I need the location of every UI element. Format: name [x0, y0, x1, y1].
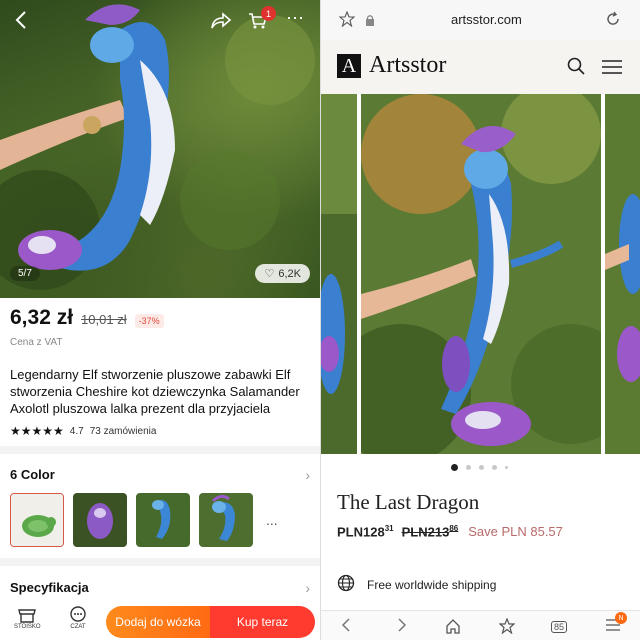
back-icon[interactable] — [341, 618, 351, 635]
rating-value: 4.7 — [69, 425, 84, 437]
pagination-dot[interactable] — [451, 464, 458, 471]
product-title: The Last Dragon — [337, 490, 480, 514]
gallery-pagination — [451, 464, 508, 471]
chevron-right-icon[interactable]: › — [305, 467, 310, 483]
rating-stars-icon: ★★★★★ — [10, 424, 64, 438]
chat-tab[interactable]: CZAT — [68, 606, 88, 630]
image-gallery[interactable] — [321, 94, 640, 454]
color-options: ... — [10, 493, 278, 547]
image-counter: 5/7 — [10, 266, 40, 281]
site-header: A Artsstor — [321, 40, 640, 94]
color-section-title[interactable]: 6 Color — [10, 467, 55, 482]
buy-now-button[interactable]: Kup teraz — [210, 606, 315, 638]
reload-icon[interactable] — [605, 11, 621, 32]
home-icon[interactable] — [445, 618, 461, 637]
current-price: PLN12831 — [337, 524, 394, 540]
product-image[interactable] — [0, 0, 320, 298]
wishlist-button[interactable]: ♡ 6,2K — [255, 264, 310, 283]
orders-count: 73 zamówienia — [89, 425, 157, 437]
pagination-dot[interactable] — [505, 466, 508, 469]
menu-badge: N — [615, 612, 627, 624]
more-icon[interactable]: ⋯ — [286, 8, 304, 29]
product-title: Legendarny Elf stworzenie pluszowe zabaw… — [10, 367, 300, 416]
add-to-cart-button[interactable]: Dodaj do wózka — [106, 606, 210, 638]
gallery-main-image[interactable] — [361, 94, 601, 454]
pagination-dot[interactable] — [492, 465, 497, 470]
cart-icon[interactable]: 1 — [248, 6, 276, 30]
browser-bottom-nav: 85 N — [321, 610, 640, 640]
divider — [0, 446, 320, 454]
brand-name[interactable]: Artsstor — [369, 52, 446, 79]
address-bar[interactable]: artsstor.com — [321, 0, 640, 40]
forward-icon[interactable] — [397, 618, 407, 635]
discount-badge: -37% — [134, 314, 164, 328]
divider — [0, 558, 320, 566]
menu-icon[interactable] — [601, 59, 623, 80]
browser-menu-icon[interactable]: N — [605, 612, 627, 635]
old-price: 10,01 zł — [81, 312, 127, 327]
more-colors[interactable]: ... — [266, 512, 278, 528]
brand-logo[interactable]: A — [337, 54, 361, 78]
current-price: 6,32 zł — [10, 306, 74, 329]
share-icon[interactable] — [210, 12, 232, 30]
bookmarks-star-icon[interactable] — [498, 617, 516, 637]
rating-row[interactable]: ★★★★★ 4.7 73 zamówienia — [10, 424, 156, 438]
color-option-3[interactable] — [136, 493, 190, 547]
pagination-dot[interactable] — [466, 465, 471, 470]
heart-icon: ♡ — [264, 268, 275, 280]
spec-section-title[interactable]: Specyfikacja — [10, 580, 89, 595]
vat-note: Cena z VAT — [10, 337, 63, 348]
price-row: 6,32 zł 10,01 zł -37% — [10, 306, 164, 330]
chat-tab-label: CZAT — [70, 624, 86, 630]
app-top-bar: 1 ⋯ — [0, 0, 320, 44]
url-text[interactable]: artsstor.com — [451, 12, 522, 27]
left-app-pane: 1 ⋯ 5/7 ♡ 6,2K 6,32 zł 10,01 zł -37% Cen… — [0, 0, 320, 640]
back-icon[interactable] — [14, 10, 28, 30]
gallery-prev-image[interactable] — [321, 94, 357, 454]
right-browser-pane: artsstor.com A Artsstor The Last Dragon … — [320, 0, 640, 640]
likes-count: 6,2K — [278, 267, 301, 280]
tabs-count: 85 — [551, 621, 568, 633]
save-amount: Save PLN 85.57 — [468, 524, 563, 540]
lock-icon — [365, 13, 375, 31]
shipping-text: Free worldwide shipping — [367, 577, 497, 592]
cart-badge: 1 — [261, 6, 276, 21]
store-tab[interactable]: STOISKO — [14, 606, 41, 630]
star-icon[interactable] — [338, 10, 356, 32]
pagination-dot[interactable] — [479, 465, 484, 470]
tabs-icon[interactable]: 85 — [551, 617, 568, 633]
store-tab-label: STOISKO — [14, 624, 41, 630]
color-option-1[interactable] — [10, 493, 64, 547]
color-option-4[interactable] — [199, 493, 253, 547]
old-price: PLN21386 — [401, 524, 459, 540]
search-icon[interactable] — [567, 57, 585, 80]
price-row: PLN12831 PLN21386 Save PLN 85.57 — [337, 524, 563, 539]
shipping-row: Free worldwide shipping — [337, 574, 496, 595]
globe-icon — [337, 574, 355, 595]
color-option-2[interactable] — [73, 493, 127, 547]
chevron-right-icon[interactable]: › — [305, 580, 310, 596]
gallery-next-image[interactable] — [605, 94, 640, 454]
